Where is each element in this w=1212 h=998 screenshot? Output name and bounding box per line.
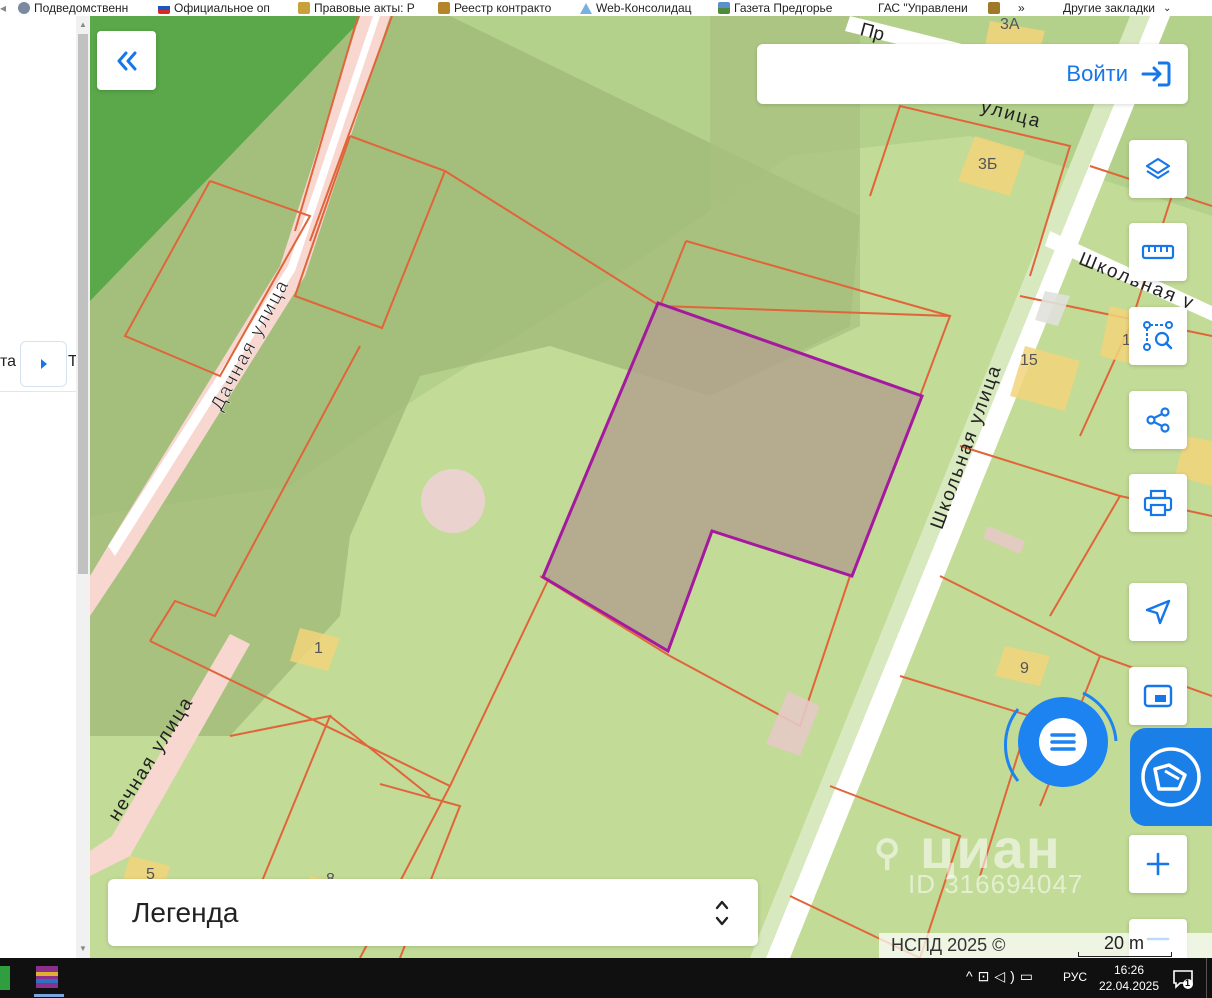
display-icon[interactable]: ▭ bbox=[1020, 968, 1038, 984]
side-panel-scrollbar[interactable]: ▲ ▼ bbox=[76, 16, 90, 958]
area-select-button[interactable] bbox=[1129, 307, 1187, 365]
scale-bar bbox=[1078, 952, 1172, 957]
chat-button[interactable] bbox=[1018, 697, 1108, 787]
bookmark-item[interactable]: Официальное оп bbox=[158, 0, 270, 16]
taskbar: ^⊡◁)▭ РУС 16:26 22.04.2025 1 bbox=[0, 958, 1212, 998]
plus-icon bbox=[1146, 852, 1170, 876]
chevron-up-icon[interactable]: ^ bbox=[966, 968, 978, 984]
zoom-in-button[interactable] bbox=[1129, 835, 1187, 893]
active-app-indicator bbox=[34, 994, 64, 997]
collapse-panel-button[interactable] bbox=[97, 31, 156, 90]
notification-count: 1 bbox=[1185, 978, 1191, 988]
gear-icon bbox=[18, 2, 30, 14]
bookmark-item[interactable]: Подведомственн bbox=[18, 0, 128, 16]
print-button[interactable] bbox=[1129, 474, 1187, 532]
house-number: 15 bbox=[1020, 352, 1038, 369]
area-search-icon bbox=[1143, 321, 1173, 351]
other-bookmarks-button[interactable]: Другие закладки ⌄ bbox=[1063, 0, 1171, 16]
double-chevron-left-icon bbox=[117, 51, 136, 70]
pin-icon: ⚲ bbox=[874, 832, 903, 874]
bookmark-item[interactable]: Правовые акты: Р bbox=[298, 0, 415, 16]
legend-panel[interactable]: Легенда bbox=[108, 879, 758, 946]
bookmarks-overflow-button[interactable]: » bbox=[1018, 0, 1025, 16]
side-panel: та Т bbox=[0, 16, 78, 958]
ruler-icon bbox=[1141, 244, 1175, 260]
house-number: 9 bbox=[1020, 660, 1029, 677]
taskbar-app-icon[interactable] bbox=[0, 966, 10, 990]
picture-in-picture-icon bbox=[1143, 684, 1173, 708]
scroll-down-arrow[interactable]: ▼ bbox=[79, 944, 87, 953]
minimap-button[interactable] bbox=[1129, 667, 1187, 725]
printer-icon bbox=[1143, 489, 1173, 517]
speaker-icon[interactable]: ◁) bbox=[994, 968, 1019, 984]
layers-icon bbox=[1145, 157, 1171, 180]
system-tray-icons[interactable]: ^⊡◁)▭ bbox=[966, 968, 1038, 985]
bookmark-item[interactable]: ГАС "Управлени bbox=[878, 0, 968, 16]
login-icon bbox=[1141, 61, 1171, 87]
landscape-icon bbox=[718, 2, 730, 14]
geolocation-button[interactable] bbox=[1129, 583, 1187, 641]
watermark: ⚲ циан ID 316694047 bbox=[874, 817, 1084, 899]
divider bbox=[0, 391, 76, 392]
scroll-up-arrow[interactable]: ▲ bbox=[79, 20, 87, 29]
winrar-icon[interactable] bbox=[34, 964, 60, 990]
share-icon bbox=[1146, 407, 1170, 433]
bookmark-item[interactable] bbox=[988, 0, 1000, 16]
side-panel-partial-text: та bbox=[0, 353, 17, 370]
map-canvas[interactable]: Дачная улица Школьная улица Школьная у П… bbox=[90, 16, 1212, 958]
flag-icon bbox=[158, 2, 170, 14]
emblem-icon bbox=[298, 2, 310, 14]
network-icon[interactable]: ⊡ bbox=[978, 968, 995, 984]
clock[interactable]: 16:26 22.04.2025 bbox=[1098, 962, 1160, 994]
expand-collapse-icon[interactable] bbox=[714, 898, 730, 928]
chat-icon bbox=[1039, 718, 1087, 766]
show-desktop-button[interactable] bbox=[1206, 958, 1207, 998]
bookmark-item[interactable]: Газета Предгорье bbox=[718, 0, 832, 16]
measure-button[interactable] bbox=[1129, 223, 1187, 281]
bookmarks-bar: ◂ Подведомственн Официальное оп Правовые… bbox=[0, 0, 1212, 16]
expand-panel-button[interactable] bbox=[20, 341, 67, 387]
scrollbar-thumb[interactable] bbox=[78, 34, 88, 574]
house-number: 1 bbox=[314, 640, 323, 657]
bookmark-item[interactable]: Web-Консолидац bbox=[580, 0, 692, 16]
layers-button[interactable] bbox=[1129, 140, 1187, 198]
nspd-logo-icon bbox=[1141, 747, 1201, 807]
emblem-icon bbox=[988, 2, 1000, 14]
notification-icon bbox=[1173, 970, 1193, 989]
caret-right-icon bbox=[40, 359, 47, 369]
emblem-icon bbox=[438, 2, 450, 14]
login-label: Войти bbox=[1066, 61, 1128, 86]
bookmark-partial-icon: ◂ bbox=[0, 0, 7, 15]
notifications-button[interactable]: 1 bbox=[1172, 968, 1194, 990]
house-number: 3Б bbox=[978, 156, 998, 173]
share-button[interactable] bbox=[1129, 391, 1187, 449]
legend-title: Легенда bbox=[132, 896, 239, 928]
navigation-arrow-icon bbox=[1145, 599, 1171, 625]
chevron-down-icon: ⌄ bbox=[1162, 2, 1172, 14]
language-indicator[interactable]: РУС bbox=[1063, 970, 1087, 984]
triangle-icon bbox=[580, 2, 592, 14]
bookmark-item[interactable]: Реестр контракто bbox=[438, 0, 551, 16]
login-button[interactable]: Войти bbox=[757, 44, 1188, 104]
nspd-assistant-button[interactable] bbox=[1130, 728, 1212, 826]
house-number: 3А bbox=[1000, 16, 1020, 33]
